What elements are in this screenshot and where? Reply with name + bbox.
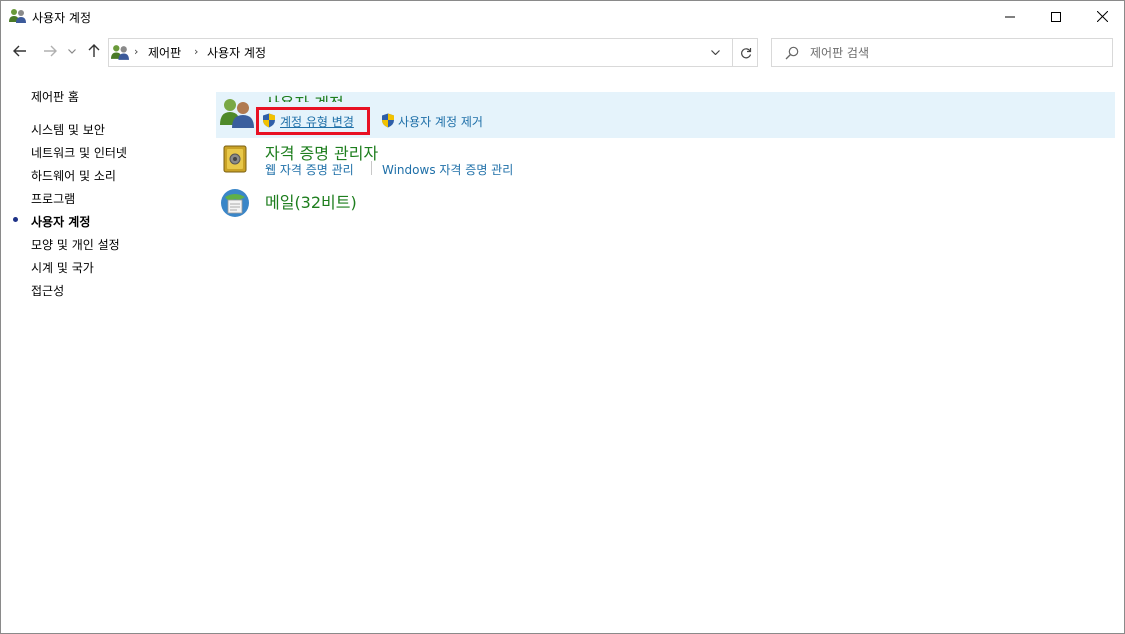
up-button[interactable] (85, 40, 103, 62)
maximize-button[interactable] (1033, 1, 1079, 32)
manage-web-credentials-link[interactable]: 웹 자격 증명 관리 (265, 161, 354, 178)
highlight-annotation-box (256, 107, 370, 135)
navigation-bar: › 제어판 › 사용자 계정 (1, 32, 1124, 72)
chevron-down-icon (710, 50, 720, 55)
address-dropdown-button[interactable] (705, 39, 725, 66)
forward-arrow-icon (44, 45, 57, 57)
user-accounts-icon[interactable] (220, 97, 254, 133)
breadcrumb-control-panel[interactable]: 제어판 (148, 44, 181, 61)
control-panel-window: 사용자 계정 › 제어판 › 사용자 계정 제어판 검색 제어판 홈 시스템 및… (0, 0, 1125, 634)
address-bar[interactable]: › 제어판 › 사용자 계정 (108, 38, 758, 67)
refresh-button[interactable] (732, 39, 758, 66)
category-title-user-accounts[interactable]: 사용자 계정 (265, 90, 344, 102)
sidebar-item-system-security[interactable]: 시스템 및 보안 (31, 121, 105, 138)
maximize-icon (1051, 11, 1061, 22)
active-item-bullet (13, 217, 18, 222)
user-accounts-icon (111, 44, 129, 61)
search-icon (785, 45, 799, 64)
search-box[interactable] (771, 38, 1113, 67)
category-title-mail[interactable]: 메일(32비트) (265, 189, 357, 213)
chevron-right-icon[interactable]: › (134, 45, 138, 58)
recent-locations-button[interactable] (65, 40, 79, 62)
search-input[interactable] (810, 42, 1100, 63)
manage-windows-credentials-link[interactable]: Windows 자격 증명 관리 (382, 161, 513, 178)
window-title: 사용자 계정 (32, 11, 92, 25)
close-button[interactable] (1079, 1, 1125, 32)
sidebar-item-clock-region[interactable]: 시계 및 국가 (31, 259, 94, 276)
close-icon (1096, 11, 1108, 22)
chevron-down-icon (68, 48, 76, 54)
forward-button[interactable] (41, 40, 59, 62)
breadcrumb-user-accounts[interactable]: 사용자 계정 (207, 44, 266, 61)
back-button[interactable] (11, 40, 29, 62)
credential-manager-icon[interactable] (221, 144, 249, 178)
link-separator (371, 161, 372, 175)
mail-icon[interactable] (219, 187, 251, 223)
user-accounts-icon (9, 8, 26, 24)
sidebar-item-appearance-personalization[interactable]: 모양 및 개인 설정 (31, 236, 120, 253)
chevron-right-icon[interactable]: › (194, 45, 198, 58)
minimize-button[interactable] (987, 1, 1033, 32)
title-bar[interactable]: 사용자 계정 (1, 1, 1124, 32)
sidebar-item-network-internet[interactable]: 네트워크 및 인터넷 (31, 144, 127, 161)
up-arrow-icon (88, 44, 100, 57)
minimize-icon (1005, 16, 1015, 17)
sidebar-item-user-accounts[interactable]: 사용자 계정 (31, 213, 90, 230)
refresh-icon (740, 47, 751, 58)
uac-shield-icon (381, 113, 395, 132)
sidebar-item-hardware-sound[interactable]: 하드웨어 및 소리 (31, 167, 116, 184)
back-arrow-icon (13, 45, 26, 57)
sidebar-item-programs[interactable]: 프로그램 (31, 190, 75, 207)
sidebar-item-ease-of-access[interactable]: 접근성 (31, 282, 64, 299)
sidebar-item-control-panel-home[interactable]: 제어판 홈 (31, 88, 79, 105)
remove-user-account-link[interactable]: 사용자 계정 제거 (398, 113, 483, 130)
